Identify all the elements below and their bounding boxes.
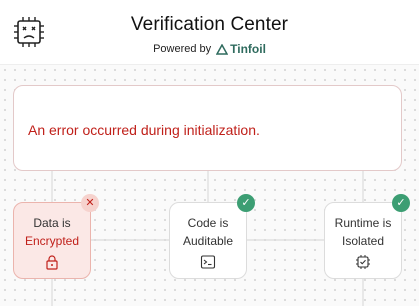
powered-by: Powered by Tinfoil bbox=[0, 42, 419, 56]
node-label-line1: Data is bbox=[33, 216, 71, 230]
node-label-line2: Isolated bbox=[341, 234, 385, 248]
brand-name: Tinfoil bbox=[230, 42, 266, 56]
node-runtime-isolated[interactable]: Runtime is Isolated ✓ bbox=[324, 194, 410, 279]
cpu-check-icon bbox=[356, 255, 370, 269]
brand-link[interactable]: Tinfoil bbox=[216, 42, 266, 56]
tinfoil-logo-icon bbox=[216, 43, 229, 55]
page-title: Verification Center bbox=[130, 14, 289, 35]
error-panel: An error occurred during initialization. bbox=[13, 85, 402, 171]
failed-badge-icon: ✕ bbox=[81, 194, 99, 212]
node-label-line2: Auditable bbox=[182, 234, 234, 248]
error-message: An error occurred during initialization. bbox=[28, 122, 260, 138]
verified-check-icon: ✓ bbox=[237, 194, 255, 212]
node-label-line2: Encrypted bbox=[24, 234, 80, 248]
terminal-icon bbox=[200, 255, 216, 269]
node-label-line1: Code is bbox=[187, 216, 229, 230]
lock-icon bbox=[46, 255, 58, 270]
header: Verification Center Powered by Tinfoil bbox=[0, 0, 419, 64]
verified-check-icon: ✓ bbox=[392, 194, 410, 212]
node-code-auditable[interactable]: Code is Auditable ✓ bbox=[169, 194, 255, 279]
powered-by-label: Powered by bbox=[153, 43, 212, 55]
node-label-line1: Runtime is bbox=[334, 216, 392, 230]
verification-canvas: An error occurred during initialization.… bbox=[0, 64, 419, 306]
node-data-encrypted[interactable]: Data is Encrypted ✕ bbox=[13, 194, 99, 279]
